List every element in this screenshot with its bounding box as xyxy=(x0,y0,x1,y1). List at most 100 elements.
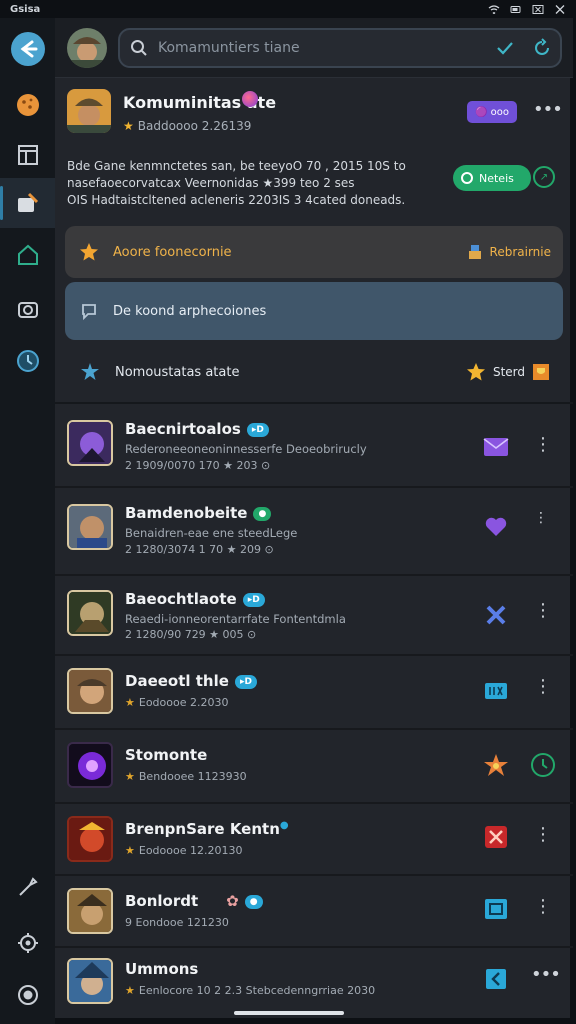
cookie-icon xyxy=(16,94,39,116)
close-icon[interactable] xyxy=(554,4,566,14)
list-item[interactable]: Baeochtlaote ▸D Reaedi-ionneorentarrfate … xyxy=(55,576,573,656)
arrow-badge-icon[interactable] xyxy=(483,966,509,992)
rail-item-home[interactable] xyxy=(0,230,55,280)
menu-item-community-stars[interactable]: Nomoustatas atate Sterd xyxy=(65,346,563,398)
rail-item-camera[interactable] xyxy=(0,284,55,334)
rail-item-clock[interactable] xyxy=(0,336,55,386)
community-description: Bde Gane kenmnctetes san, be teeyoO 70 ,… xyxy=(67,159,406,207)
game-list: Baecnirtoalos ▸D Rederoneeoneoninnesserfe… xyxy=(55,404,573,1018)
layout-icon xyxy=(17,145,38,165)
game-stats: 2 1909/0070 170 ★ 203 ⊙ xyxy=(125,459,271,472)
game-name: Bamdenobeite ● xyxy=(125,504,272,522)
wrench-icon xyxy=(18,877,38,896)
game-meta: Reaedi-ionneorentarrfate Fontentdmla xyxy=(125,612,346,626)
list-item[interactable]: Baecnirtoalos ▸D Rederoneeoneoninnesserfe… xyxy=(55,404,573,488)
back-arrow-icon xyxy=(10,32,45,66)
search-input[interactable] xyxy=(158,38,478,58)
game-name: Stomonte xyxy=(125,746,208,764)
cross-badge-icon[interactable] xyxy=(483,824,509,850)
character-icon xyxy=(468,245,481,259)
community-subtitle: ★ Baddoooo 2.26139 xyxy=(123,119,252,133)
user-avatar-image xyxy=(67,28,107,68)
check-icon[interactable] xyxy=(496,39,514,57)
community-pill[interactable]: 🟣 ooo xyxy=(467,101,517,123)
more-options-icon[interactable]: ⋮ xyxy=(534,434,552,455)
follow-button[interactable]: Neteis xyxy=(453,165,531,191)
trophy-icon xyxy=(533,364,549,380)
follow-circle-icon xyxy=(461,172,473,184)
status-bar: Gsisa xyxy=(0,0,576,18)
rail-item-tools[interactable] xyxy=(0,862,55,912)
clock-icon xyxy=(16,350,39,372)
user-avatar[interactable] xyxy=(67,28,107,68)
flower-icon: ✿ xyxy=(226,892,239,910)
more-options-icon[interactable]: ⋮ xyxy=(534,676,552,697)
more-options-icon[interactable]: ••• xyxy=(533,99,563,120)
share-icon[interactable]: ↗ xyxy=(533,166,555,188)
rail-item-record[interactable] xyxy=(0,970,55,1020)
camera-icon xyxy=(17,302,38,318)
controller-icon[interactable] xyxy=(483,678,509,704)
more-options-icon[interactable]: ⋮ xyxy=(534,510,548,526)
search-icon xyxy=(131,40,147,56)
record-icon xyxy=(17,985,38,1005)
nav-rail xyxy=(0,18,55,1024)
rail-item-cookie[interactable] xyxy=(0,80,55,130)
list-item[interactable]: Bamdenobeite ● Benaidren-eae ene steedLeg… xyxy=(55,488,573,576)
edit-folder-icon xyxy=(17,192,38,212)
game-meta: Benaidren-eae ene steedLege xyxy=(125,526,298,540)
game-icon xyxy=(67,888,113,934)
game-icon xyxy=(67,816,113,862)
rail-item-layout[interactable] xyxy=(0,130,55,180)
star-icon xyxy=(80,243,98,261)
main-panel: Komuminitas ate ★Baddoooo 2.26139 🟣 ooo … xyxy=(55,18,573,1018)
heart-icon[interactable] xyxy=(483,514,509,540)
list-item[interactable]: BrenpnSare Kentn● ★ Eodoooe 12.20130 ⋮ xyxy=(55,804,573,876)
menu-item-favorites[interactable]: Aoore foonecornie Rebrairnie xyxy=(65,226,563,278)
community-avatar xyxy=(67,89,111,133)
game-icon xyxy=(67,420,113,466)
game-name: BrenpnSare Kentn● xyxy=(125,820,289,838)
asterisk-star-icon xyxy=(81,363,99,380)
game-stats: ★ Eodoooe 12.20130 xyxy=(125,844,243,857)
game-name: Daeeotl thle ▸D xyxy=(125,672,257,690)
game-stats: 2 1280/90 729 ★ 005 ⊙ xyxy=(125,628,257,641)
close-status-icon xyxy=(532,4,544,14)
more-options-icon[interactable]: ⋮ xyxy=(534,824,552,845)
more-options-icon[interactable]: ⋮ xyxy=(534,896,552,917)
crossed-swords-icon[interactable] xyxy=(483,602,509,628)
timer-icon[interactable] xyxy=(530,752,556,782)
more-options-icon[interactable]: ⋮ xyxy=(534,600,552,621)
game-icon xyxy=(67,958,113,1004)
list-item[interactable]: Daeeotl thle ▸D ★ Eodoooe 2.2030 ⋮ xyxy=(55,656,573,730)
game-stats: ★ Bendooee 1123930 xyxy=(125,770,247,783)
refresh-icon[interactable] xyxy=(532,38,552,58)
game-meta: Rederoneeoneoninnesserfe Deoeobrirucly xyxy=(125,442,367,456)
battery-icon xyxy=(510,5,521,13)
top-bar xyxy=(55,18,573,78)
community-avatar-image xyxy=(67,89,111,133)
mail-icon[interactable] xyxy=(483,434,509,460)
game-stats: 9 Eondooe 121230 xyxy=(125,916,229,929)
menu-item-discussions[interactable]: De koond arphecoiones xyxy=(65,282,563,340)
game-icon xyxy=(67,742,113,788)
search-box[interactable] xyxy=(118,28,562,68)
game-stats: ★ Eodoooe 2.2030 xyxy=(125,696,229,709)
game-icon xyxy=(67,668,113,714)
badge-star-icon[interactable] xyxy=(483,752,509,778)
list-item[interactable]: Bonlordt ✿ ● 9 Eondooe 121230 ⋮ xyxy=(55,876,573,948)
more-options-icon[interactable]: ••• xyxy=(531,964,561,985)
list-item[interactable]: Stomonte ★ Bendooee 1123930 xyxy=(55,730,573,804)
game-name: Baeochtlaote ▸D xyxy=(125,590,265,608)
list-item[interactable]: Ummons ★ Eenlocore 10 2 2.3 Stebcedenngrr… xyxy=(55,948,573,1018)
game-stats: 2 1280/3074 1 70 ★ 209 ⊙ xyxy=(125,543,274,556)
home-indicator[interactable] xyxy=(234,1011,344,1015)
game-stats: ★ Eenlocore 10 2 2.3 Stebcedenngrriae 203… xyxy=(125,984,376,997)
game-name: Bonlordt ✿ ● xyxy=(125,892,263,910)
back-button[interactable] xyxy=(0,24,55,74)
rail-item-community[interactable] xyxy=(0,178,55,228)
community-header: Komuminitas ate ★ Baddoooo 2.26139 🟣 ooo … xyxy=(55,79,573,149)
frame-icon[interactable] xyxy=(483,896,509,922)
rail-item-settings[interactable] xyxy=(0,918,55,968)
game-name: Baecnirtoalos ▸D xyxy=(125,420,269,438)
